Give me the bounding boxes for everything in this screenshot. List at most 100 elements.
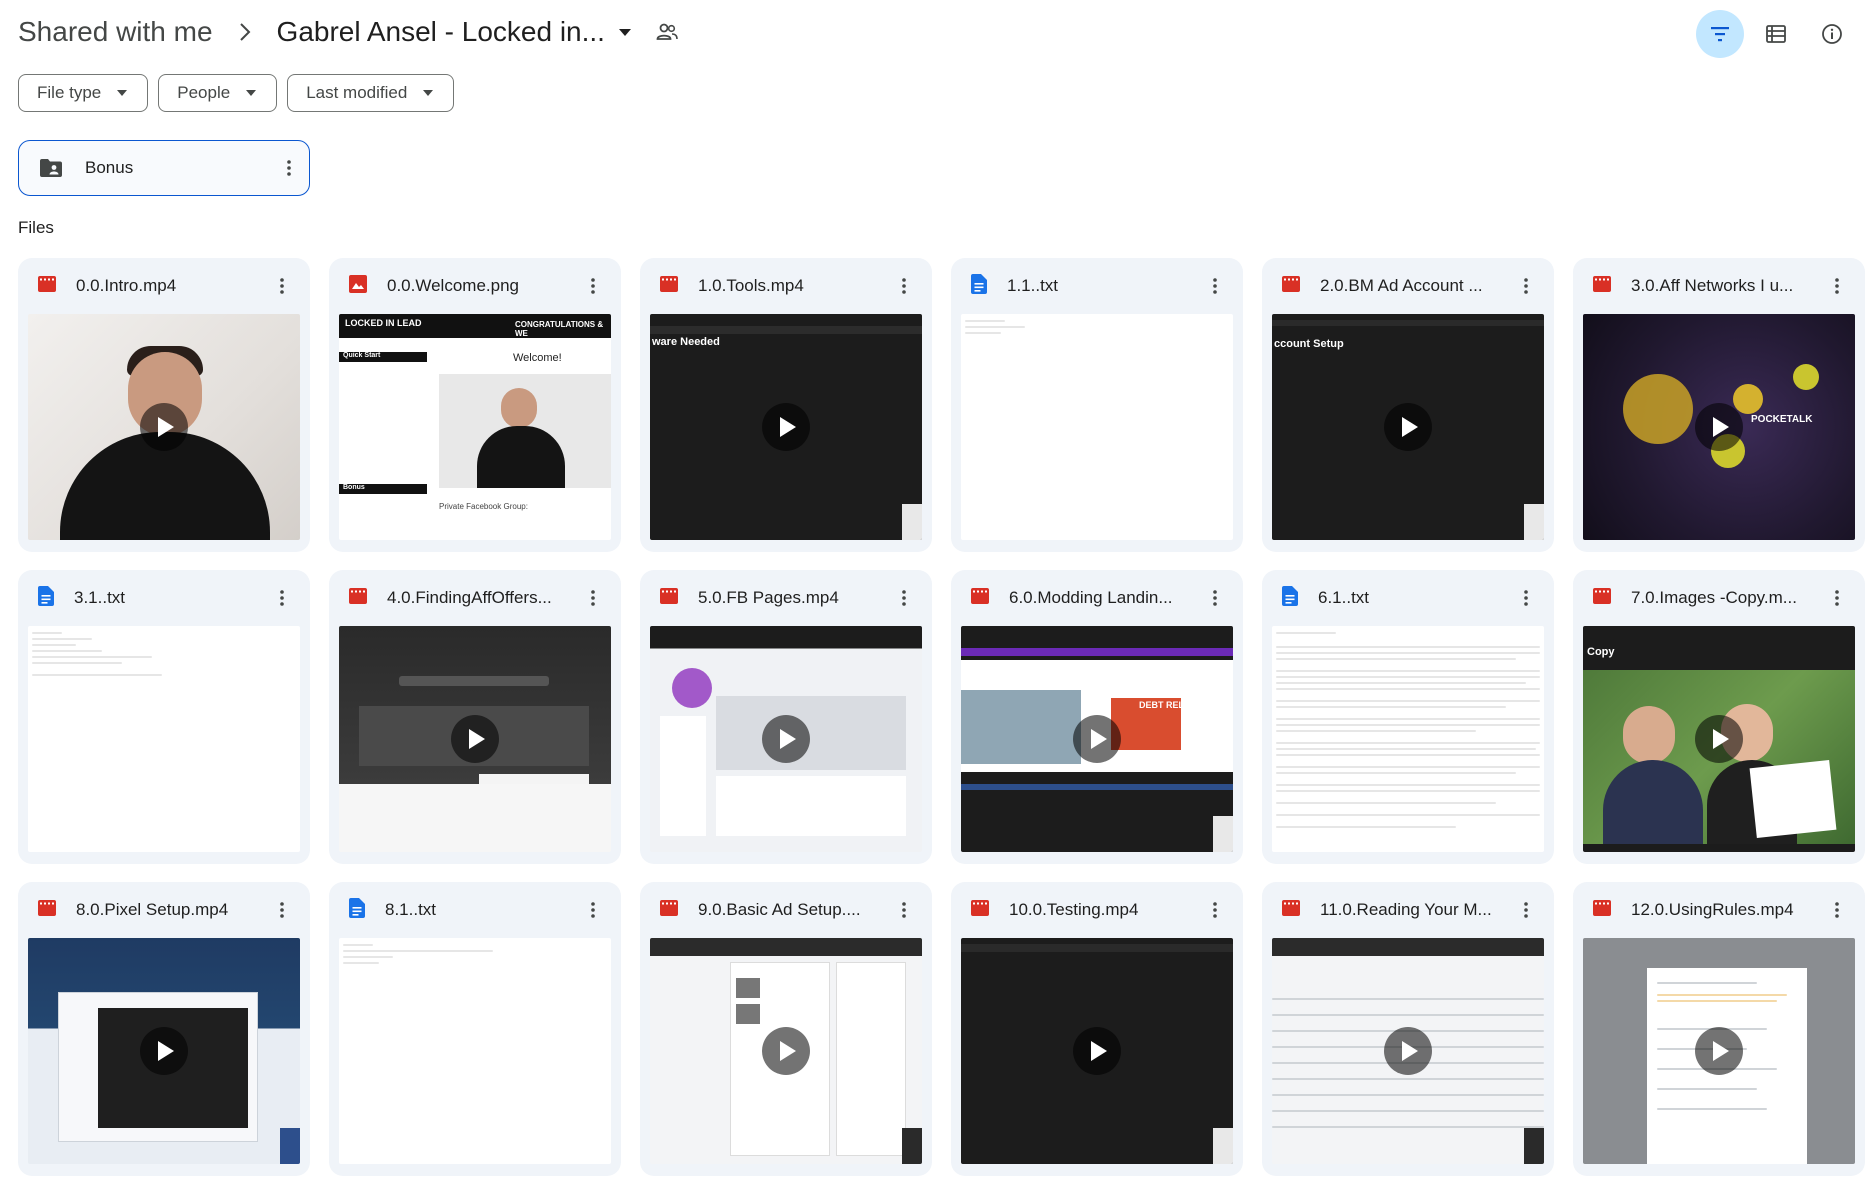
video-file-icon xyxy=(971,899,989,921)
more-vert-icon[interactable] xyxy=(884,890,924,930)
folder-name: Bonus xyxy=(85,158,134,177)
more-vert-icon[interactable] xyxy=(1506,266,1546,306)
file-thumbnail: ccount Setup xyxy=(1272,314,1544,540)
info-button[interactable] xyxy=(1808,10,1856,58)
file-card[interactable]: 6.0.Modding Landin... DEBT RELIEF xyxy=(951,570,1243,864)
video-file-icon xyxy=(1282,899,1300,921)
more-vert-icon[interactable] xyxy=(1817,890,1857,930)
file-card[interactable]: 12.0.UsingRules.mp4 xyxy=(1573,882,1865,1176)
play-icon xyxy=(1384,1027,1432,1075)
last-modified-filter-label: Last modified xyxy=(306,83,408,102)
file-card[interactable]: 3.1..txt xyxy=(18,570,310,864)
file-thumbnail: DEBT RELIEF xyxy=(961,626,1233,852)
more-vert-icon[interactable] xyxy=(262,578,302,618)
file-name: 4.0.FindingAffOffers... xyxy=(387,588,552,607)
thumb-facebook-group: Private Facebook Group: xyxy=(439,502,528,511)
doc-file-icon xyxy=(38,585,54,611)
file-card[interactable]: 10.0.Testing.mp4 xyxy=(951,882,1243,1176)
more-vert-icon[interactable] xyxy=(269,148,309,188)
play-icon xyxy=(762,1027,810,1075)
more-vert-icon[interactable] xyxy=(1506,890,1546,930)
file-thumbnail: LOCKED IN LEAD CONGRATULATIONS & WE Quic… xyxy=(339,314,611,540)
doc-file-icon xyxy=(971,273,987,299)
thumb-congrats: CONGRATULATIONS & WE xyxy=(515,320,604,338)
more-vert-icon[interactable] xyxy=(262,890,302,930)
people-filter[interactable]: People xyxy=(158,74,278,112)
breadcrumb-current-folder[interactable]: Gabrel Ansel - Locked in... xyxy=(277,16,631,48)
file-name: 0.0.Welcome.png xyxy=(387,276,519,295)
more-vert-icon[interactable] xyxy=(573,578,613,618)
shared-folder-icon xyxy=(40,159,62,177)
list-view-icon xyxy=(1766,25,1786,43)
filter-button[interactable] xyxy=(1696,10,1744,58)
more-vert-icon[interactable] xyxy=(1506,578,1546,618)
chevron-right-icon xyxy=(239,22,251,42)
file-thumbnail xyxy=(28,938,300,1164)
thumb-bonus: Bonus xyxy=(343,484,365,491)
file-type-filter[interactable]: File type xyxy=(18,74,149,112)
more-vert-icon[interactable] xyxy=(1195,266,1235,306)
more-vert-icon[interactable] xyxy=(573,266,613,306)
thumb-text: Copy xyxy=(1587,646,1615,658)
file-name: 8.0.Pixel Setup.mp4 xyxy=(76,900,229,919)
file-name: 2.0.BM Ad Account ... xyxy=(1320,276,1483,295)
file-card[interactable]: 2.0.BM Ad Account ... ccount Setup xyxy=(1262,258,1554,552)
people-icon[interactable] xyxy=(655,20,679,44)
play-icon xyxy=(1384,403,1432,451)
file-thumbnail xyxy=(961,314,1233,540)
file-card[interactable]: 7.0.Images -Copy.m... Copy xyxy=(1573,570,1865,864)
breadcrumb-root[interactable]: Shared with me xyxy=(18,16,213,48)
more-vert-icon[interactable] xyxy=(573,890,613,930)
file-name: 12.0.UsingRules.mp4 xyxy=(1631,900,1794,919)
file-card[interactable]: 5.0.FB Pages.mp4 xyxy=(640,570,932,864)
play-icon xyxy=(140,1027,188,1075)
more-vert-icon[interactable] xyxy=(884,266,924,306)
caret-down-icon xyxy=(618,28,631,36)
file-card[interactable]: 6.1..txt xyxy=(1262,570,1554,864)
file-thumbnail xyxy=(28,314,300,540)
more-vert-icon[interactable] xyxy=(262,266,302,306)
play-icon xyxy=(762,715,810,763)
file-name: 6.1..txt xyxy=(1318,588,1370,607)
file-card[interactable]: 4.0.FindingAffOffers... xyxy=(329,570,621,864)
play-icon xyxy=(140,403,188,451)
file-thumbnail xyxy=(650,626,922,852)
more-vert-icon[interactable] xyxy=(1817,266,1857,306)
file-card[interactable]: 11.0.Reading Your M... xyxy=(1262,882,1554,1176)
people-filter-label: People xyxy=(177,83,231,102)
file-card[interactable]: 9.0.Basic Ad Setup.... xyxy=(640,882,932,1176)
file-thumbnail xyxy=(339,626,611,852)
header-actions xyxy=(1696,10,1856,58)
file-name: 0.0.Intro.mp4 xyxy=(76,276,177,295)
thumb-text: ware Needed xyxy=(652,336,720,348)
video-file-icon xyxy=(660,587,678,609)
file-name: 3.0.Aff Networks I u... xyxy=(1631,276,1794,295)
thumb-quick-start: Quick Start xyxy=(343,352,381,359)
video-file-icon xyxy=(1282,275,1300,297)
file-card[interactable]: 0.0.Welcome.png LOCKED IN LEAD CONGRATUL… xyxy=(329,258,621,552)
file-name: 6.0.Modding Landin... xyxy=(1009,588,1173,607)
play-icon xyxy=(1695,403,1743,451)
more-vert-icon[interactable] xyxy=(1817,578,1857,618)
folder-item-bonus[interactable]: Bonus xyxy=(18,140,310,196)
file-card[interactable]: 3.0.Aff Networks I u... POCKETALK xyxy=(1573,258,1865,552)
play-icon xyxy=(1695,715,1743,763)
last-modified-filter[interactable]: Last modified xyxy=(287,74,455,112)
thumb-text: DEBT RELIEF xyxy=(1139,700,1199,710)
more-vert-icon[interactable] xyxy=(1195,578,1235,618)
file-thumbnail: POCKETALK xyxy=(1583,314,1855,540)
thumb-title: LOCKED IN LEAD xyxy=(345,318,422,328)
caret-down-icon xyxy=(246,90,257,96)
file-card[interactable]: 8.0.Pixel Setup.mp4 xyxy=(18,882,310,1176)
more-vert-icon[interactable] xyxy=(884,578,924,618)
more-vert-icon[interactable] xyxy=(1195,890,1235,930)
video-file-icon xyxy=(660,275,678,297)
file-card[interactable]: 1.1..txt xyxy=(951,258,1243,552)
file-thumbnail xyxy=(28,626,300,852)
list-view-button[interactable] xyxy=(1752,10,1800,58)
file-card[interactable]: 1.0.Tools.mp4 ware Needed xyxy=(640,258,932,552)
file-card[interactable]: 0.0.Intro.mp4 xyxy=(18,258,310,552)
file-name: 7.0.Images -Copy.m... xyxy=(1631,588,1797,607)
file-thumbnail xyxy=(650,938,922,1164)
file-card[interactable]: 8.1..txt xyxy=(329,882,621,1176)
